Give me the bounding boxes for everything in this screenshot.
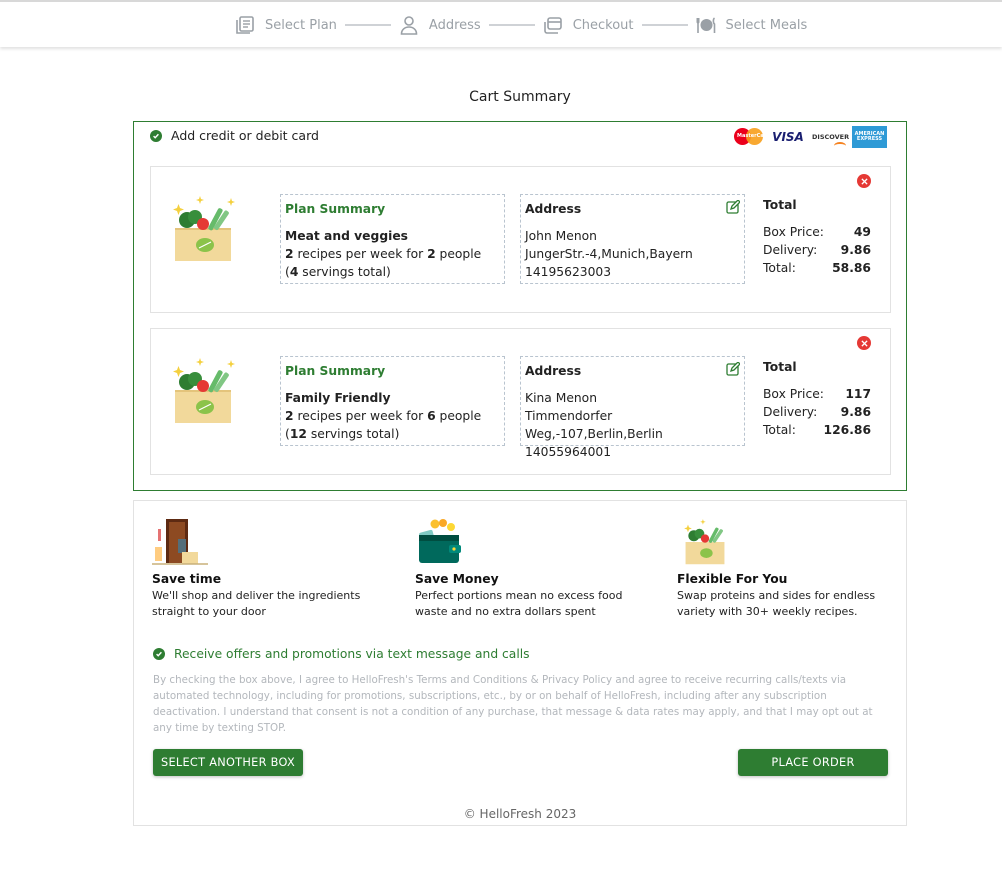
check-circle-icon[interactable]: [153, 648, 165, 660]
step-select-meals[interactable]: Select Meals: [696, 15, 808, 35]
page-title: Cart Summary: [469, 89, 571, 105]
step-connector: [488, 24, 535, 26]
delivery-line: Delivery: 9.86: [763, 405, 871, 419]
cart-summary-box: Add credit or debit card MasterCard VISA…: [133, 121, 907, 491]
phone-number: 14195623003: [525, 265, 612, 279]
step-checkout[interactable]: Checkout: [543, 15, 634, 35]
servings-line: (4 servings total): [285, 265, 391, 279]
address-heading: Address: [525, 202, 582, 216]
address-panel: Address Kina Menon Timmendorfer Weg,-107…: [520, 356, 745, 459]
check-circle-icon[interactable]: [150, 129, 162, 142]
place-order-button[interactable]: PLACE ORDER: [738, 749, 888, 776]
recipes-line: 2 recipes per week for 6 people: [285, 409, 482, 423]
street-address: Timmendorfer Weg,-107,Berlin,Berlin: [525, 409, 663, 441]
step-connector: [641, 24, 688, 26]
servings-line: (12 servings total): [285, 427, 400, 441]
plan-name: Meat and veggies: [285, 229, 409, 243]
plan-summary-heading: Plan Summary: [285, 202, 386, 216]
meal-box-icon: [684, 519, 725, 565]
feature-save-time: Save time We'll shop and deliver the ing…: [152, 517, 392, 620]
step-label: Checkout: [572, 17, 634, 33]
cart-item: Plan Summary Meat and veggies 2 recipes …: [150, 166, 891, 313]
total-line: Total: 126.86: [763, 423, 871, 437]
remove-item-button[interactable]: [857, 336, 871, 350]
plan-summary-panel: Plan Summary Family Friendly 2 recipes p…: [280, 356, 505, 446]
feature-description: Swap proteins and sides for endless vari…: [677, 589, 876, 618]
recipient-name: Kina Menon: [525, 391, 598, 405]
step-address[interactable]: Address: [399, 15, 481, 35]
card-logos: MasterCard VISA DISCOVER AMERICAN EXPRES…: [734, 126, 887, 148]
plan-name: Family Friendly: [285, 391, 391, 405]
visa-logo: VISA: [772, 130, 804, 144]
remove-item-button[interactable]: [857, 174, 871, 188]
step-label: Address: [428, 17, 481, 33]
total-line: Total: 58.86: [763, 261, 871, 275]
meals-icon: [696, 17, 715, 33]
checkout-stepper: Select Plan Address Checkout Select Meal…: [0, 0, 1002, 47]
legal-disclaimer: By checking the box above, I agree to He…: [153, 674, 873, 734]
discover-logo: DISCOVER: [812, 133, 850, 144]
feature-description: Perfect portions mean no excess food was…: [415, 589, 623, 618]
total-panel: Total Box Price: 49 Delivery: 9.86 Total: 5…: [763, 196, 871, 277]
step-label: Select Meals: [725, 17, 808, 33]
feature-title: Flexible For You: [677, 572, 788, 586]
feature-title: Save time: [152, 572, 222, 586]
cart-item: Plan Summary Family Friendly 2 recipes p…: [150, 328, 891, 475]
mastercard-logo: MasterCard: [734, 128, 770, 146]
footer-copyright: © HelloFresh 2023: [463, 807, 577, 821]
step-select-plan[interactable]: Select Plan: [235, 15, 337, 35]
promo-optin-checkbox[interactable]: Receive offers and promotions via text m…: [153, 647, 530, 661]
feature-title: Save Money: [415, 572, 499, 586]
recipes-line: 2 recipes per week for 2 people: [285, 247, 482, 261]
delivery-line: Delivery: 9.86: [763, 243, 871, 257]
meal-box-icon: [173, 358, 235, 423]
add-card-label: Add credit or debit card: [171, 128, 319, 143]
wallet-icon: [419, 519, 461, 563]
total-heading: Total: [763, 198, 797, 212]
feature-save-money: Save Money Perfect portions mean no exce…: [415, 517, 655, 620]
amex-logo: AMERICAN EXPRESS: [852, 126, 887, 148]
user-icon: [400, 16, 418, 35]
plan-summary-heading: Plan Summary: [285, 364, 386, 378]
feature-flexible: Flexible For You Swap proteins and sides…: [677, 517, 917, 620]
total-heading: Total: [763, 360, 797, 374]
plan-icon: [236, 16, 254, 34]
edit-icon[interactable]: [726, 200, 740, 214]
step-label: Select Plan: [265, 17, 337, 33]
phone-number: 14055964001: [525, 445, 612, 459]
meal-box-icon: [173, 196, 235, 261]
close-icon: [860, 177, 868, 185]
street-address: JungerStr.-4,Munich,Bayern: [525, 247, 693, 261]
plan-summary-panel: Plan Summary Meat and veggies 2 recipes …: [280, 194, 505, 284]
address-panel: Address John Menon JungerStr.-4,Munich,B…: [520, 194, 745, 284]
promo-label: Receive offers and promotions via text m…: [174, 647, 530, 661]
box-price-line: Box Price: 117: [763, 387, 871, 401]
checkout-icon: [543, 17, 562, 34]
box-price-line: Box Price: 49: [763, 225, 871, 239]
door-delivery-icon: [152, 519, 208, 565]
add-card-option[interactable]: Add credit or debit card: [150, 128, 319, 143]
recipient-name: John Menon: [525, 229, 597, 243]
feature-description: We'll shop and deliver the ingredients s…: [152, 589, 361, 618]
edit-icon[interactable]: [726, 362, 740, 376]
checkout-info-box: Save time We'll shop and deliver the ing…: [133, 500, 907, 826]
close-icon: [860, 339, 868, 347]
step-connector: [344, 24, 391, 26]
address-heading: Address: [525, 364, 582, 378]
select-another-box-button[interactable]: SELECT ANOTHER BOX: [153, 749, 303, 776]
total-panel: Total Box Price: 117 Delivery: 9.86 Total:…: [763, 358, 871, 439]
